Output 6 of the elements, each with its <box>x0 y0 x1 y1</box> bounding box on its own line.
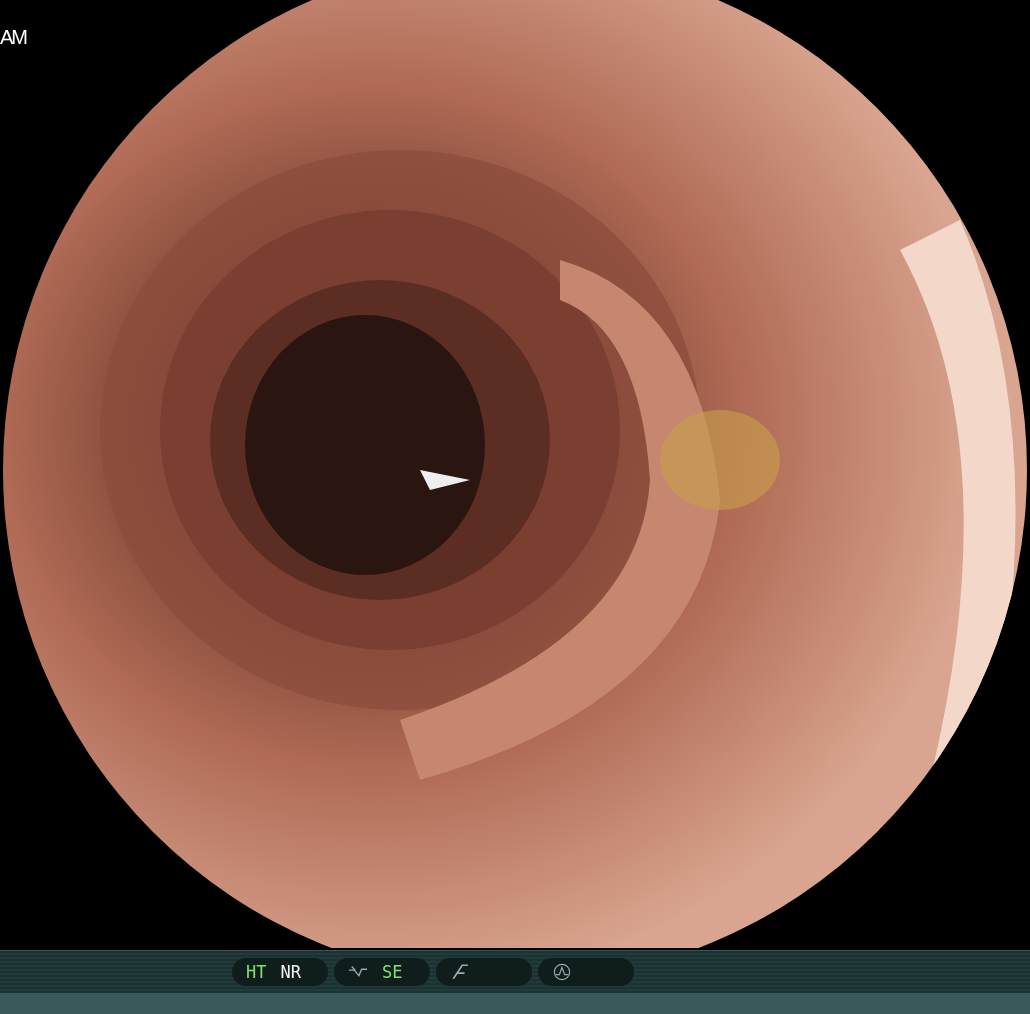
mode-label: HT <box>246 962 267 982</box>
mode-label: NR <box>280 962 301 982</box>
mode-label: SE <box>382 962 403 982</box>
time-text: AM <box>0 26 26 49</box>
peak-circle-icon <box>552 963 572 981</box>
slash-curve-icon <box>450 963 470 981</box>
